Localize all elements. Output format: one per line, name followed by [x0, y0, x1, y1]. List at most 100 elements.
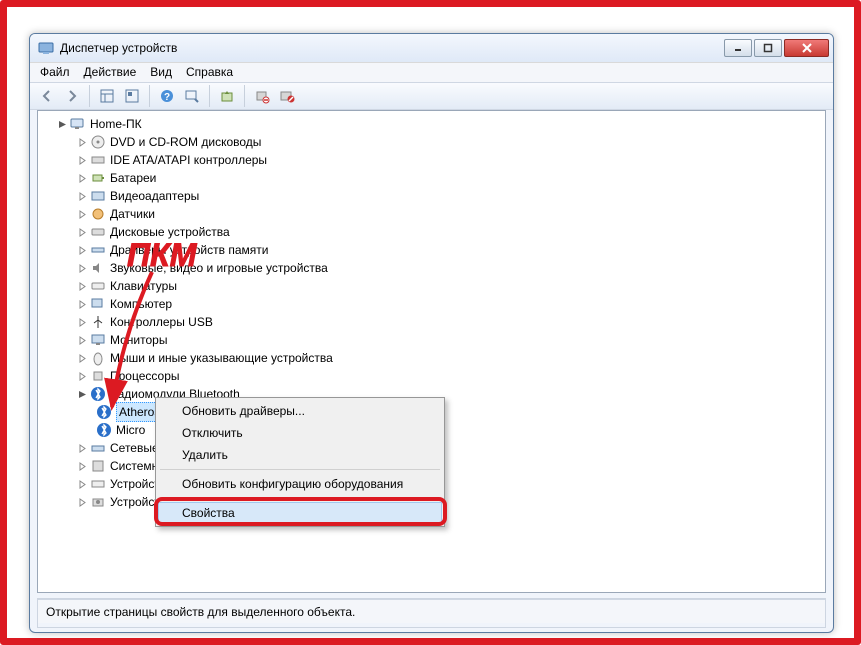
cdrom-icon [90, 134, 106, 150]
app-icon [38, 40, 54, 56]
expand-icon[interactable] [76, 316, 88, 328]
expand-icon[interactable] [76, 478, 88, 490]
minimize-button[interactable] [724, 39, 752, 57]
menu-separator [160, 498, 440, 499]
mouse-icon [90, 350, 106, 366]
tree-label: Micro [116, 421, 145, 439]
usb-icon [90, 314, 106, 330]
collapse-icon[interactable] [56, 118, 68, 130]
expand-icon[interactable] [76, 226, 88, 238]
bluetooth-icon [96, 404, 112, 420]
menu-action[interactable]: Действие [84, 65, 137, 80]
context-menu: Обновить драйверы... Отключить Удалить О… [155, 397, 445, 527]
collapse-icon[interactable] [76, 388, 88, 400]
scan-button[interactable] [181, 85, 203, 107]
battery-icon [90, 170, 106, 186]
expand-icon[interactable] [76, 280, 88, 292]
bluetooth-icon [90, 386, 106, 402]
expand-icon[interactable] [76, 244, 88, 256]
maximize-button[interactable] [754, 39, 782, 57]
status-text: Открытие страницы свойств для выделенног… [46, 605, 355, 619]
device-manager-window: Диспетчер устройств Файл Действие Вид Сп… [29, 33, 834, 633]
uninstall-button[interactable] [251, 85, 273, 107]
context-rescan[interactable]: Обновить конфигурацию оборудования [158, 473, 442, 495]
tree-category[interactable]: Клавиатуры [42, 277, 821, 295]
expand-icon[interactable] [76, 442, 88, 454]
expand-icon[interactable] [76, 172, 88, 184]
display-adapter-icon [90, 188, 106, 204]
menubar: Файл Действие Вид Справка [30, 62, 833, 82]
expand-icon[interactable] [76, 334, 88, 346]
window-title: Диспетчер устройств [60, 41, 724, 55]
tree-label: Мыши и иные указывающие устройства [110, 349, 333, 367]
cpu-icon [90, 368, 106, 384]
expand-icon[interactable] [76, 136, 88, 148]
expand-icon[interactable] [76, 154, 88, 166]
disable-toolbar-button[interactable] [276, 85, 298, 107]
tree-label: Датчики [110, 205, 155, 223]
sensor-icon [90, 206, 106, 222]
menu-view[interactable]: Вид [150, 65, 172, 80]
forward-button[interactable] [61, 85, 83, 107]
ide-icon [90, 152, 106, 168]
menu-help[interactable]: Справка [186, 65, 233, 80]
tree-label: Мониторы [110, 331, 167, 349]
expand-icon[interactable] [76, 208, 88, 220]
close-button[interactable] [784, 39, 829, 57]
back-button[interactable] [36, 85, 58, 107]
expand-icon[interactable] [76, 190, 88, 202]
context-disable[interactable]: Отключить [158, 422, 442, 444]
hid-icon [90, 476, 106, 492]
expand-icon[interactable] [76, 298, 88, 310]
tree-label: Клавиатуры [110, 277, 177, 295]
tree-category[interactable]: Процессоры [42, 367, 821, 385]
tree-label: Процессоры [110, 367, 180, 385]
properties-toolbar-button[interactable] [121, 85, 143, 107]
memory-icon [90, 242, 106, 258]
expand-icon[interactable] [76, 370, 88, 382]
tree-category[interactable]: Компьютер [42, 295, 821, 313]
svg-text:?: ? [164, 92, 170, 103]
menu-file[interactable]: Файл [40, 65, 70, 80]
annotation-rmb-label: ПКМ [127, 237, 196, 274]
expand-icon[interactable] [76, 496, 88, 508]
context-update-drivers[interactable]: Обновить драйверы... [158, 400, 442, 422]
expand-icon[interactable] [76, 352, 88, 364]
tree-label: IDE ATA/ATAPI контроллеры [110, 151, 267, 169]
tree-category[interactable]: DVD и CD-ROM дисководы [42, 133, 821, 151]
tree-category[interactable]: Контроллеры USB [42, 313, 821, 331]
computer-icon [70, 116, 86, 132]
bluetooth-icon [96, 422, 112, 438]
statusbar: Открытие страницы свойств для выделенног… [38, 599, 825, 623]
toolbar: ? [30, 82, 833, 110]
tree-root[interactable]: Home-ПК [42, 115, 821, 133]
update-driver-button[interactable] [216, 85, 238, 107]
tree-label: Батареи [110, 169, 156, 187]
tree-category[interactable]: Батареи [42, 169, 821, 187]
tree-label: Home-ПК [90, 115, 142, 133]
network-icon [90, 440, 106, 456]
tree-label: DVD и CD-ROM дисководы [110, 133, 261, 151]
context-properties[interactable]: Свойства [158, 502, 442, 524]
help-toolbar-button[interactable]: ? [156, 85, 178, 107]
tree-category[interactable]: Видеоадаптеры [42, 187, 821, 205]
imaging-icon [90, 494, 106, 510]
context-remove[interactable]: Удалить [158, 444, 442, 466]
tree-category[interactable]: IDE ATA/ATAPI контроллеры [42, 151, 821, 169]
tree-label: Контроллеры USB [110, 313, 213, 331]
tree-category[interactable]: Мыши и иные указывающие устройства [42, 349, 821, 367]
expand-icon[interactable] [76, 262, 88, 274]
tree-category[interactable]: Мониторы [42, 331, 821, 349]
expand-icon[interactable] [76, 460, 88, 472]
disk-icon [90, 224, 106, 240]
menu-separator [160, 469, 440, 470]
tree-label: Видеоадаптеры [110, 187, 199, 205]
tree-label: Сетевые [110, 439, 159, 457]
computer-cat-icon [90, 296, 106, 312]
system-icon [90, 458, 106, 474]
titlebar[interactable]: Диспетчер устройств [30, 34, 833, 62]
show-hidden-button[interactable] [96, 85, 118, 107]
tree-category[interactable]: Датчики [42, 205, 821, 223]
sound-icon [90, 260, 106, 276]
monitor-icon [90, 332, 106, 348]
